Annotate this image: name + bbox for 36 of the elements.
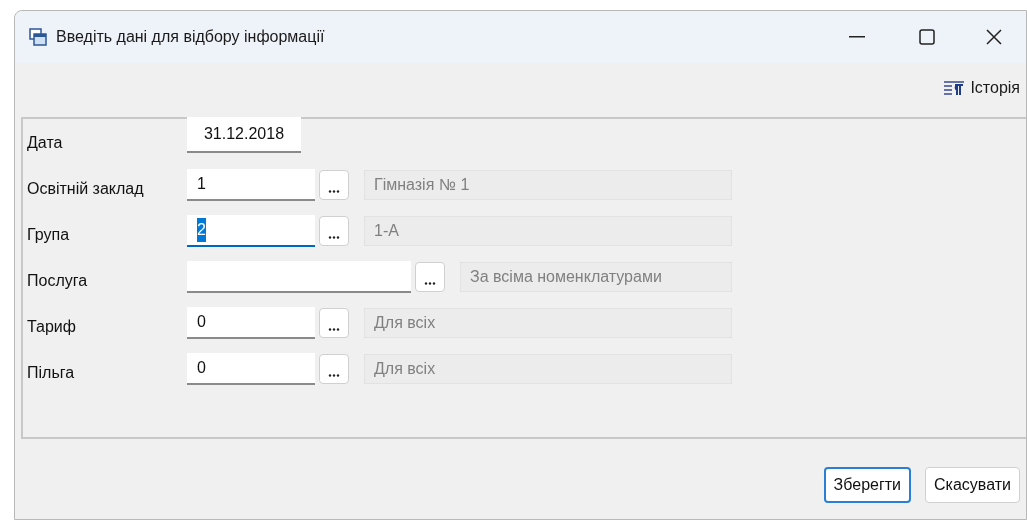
field-label: Група xyxy=(27,225,71,245)
input-field[interactable] xyxy=(187,261,411,293)
maximize-icon xyxy=(919,29,935,45)
display-field: 1-А xyxy=(364,216,732,246)
browse-button[interactable] xyxy=(319,170,349,200)
dialog-button[interactable]: Скасувати xyxy=(925,467,1020,503)
field-label: Освітній заклад xyxy=(27,179,145,199)
input-field[interactable]: 2 xyxy=(187,215,315,247)
history-icon xyxy=(944,80,965,96)
input-field[interactable]: 0 xyxy=(187,307,315,339)
date-field[interactable]: 31.12.2018 xyxy=(187,117,301,153)
field-label: Пільга xyxy=(27,363,76,383)
display-field: Для всіх xyxy=(364,308,732,338)
browse-button[interactable] xyxy=(415,262,445,292)
ellipsis-icon xyxy=(328,190,340,193)
ellipsis-icon xyxy=(328,374,340,377)
ellipsis-icon xyxy=(424,282,436,285)
ellipsis-icon xyxy=(328,236,340,239)
display-field: Гімназія № 1 xyxy=(364,170,732,200)
close-icon xyxy=(986,29,1002,45)
input-field[interactable]: 1 xyxy=(187,169,315,201)
display-field: За всіма номенклатурами xyxy=(460,262,732,292)
history-button[interactable]: Історія xyxy=(944,76,1020,100)
display-field: Для всіх xyxy=(364,354,732,384)
ellipsis-icon xyxy=(328,328,340,331)
browse-button[interactable] xyxy=(319,308,349,338)
dialog-button[interactable]: Зберегти xyxy=(823,467,912,503)
field-label: Послуга xyxy=(27,271,89,291)
minimize-icon xyxy=(849,36,865,38)
field-label: Дата xyxy=(27,133,64,153)
browse-button[interactable] xyxy=(319,354,349,384)
window-title: Введіть дані для відбору інформації xyxy=(56,27,325,47)
field-label: Тариф xyxy=(27,317,77,337)
input-field[interactable]: 0 xyxy=(187,353,315,385)
window-icon xyxy=(29,28,47,46)
browse-button[interactable] xyxy=(319,216,349,246)
